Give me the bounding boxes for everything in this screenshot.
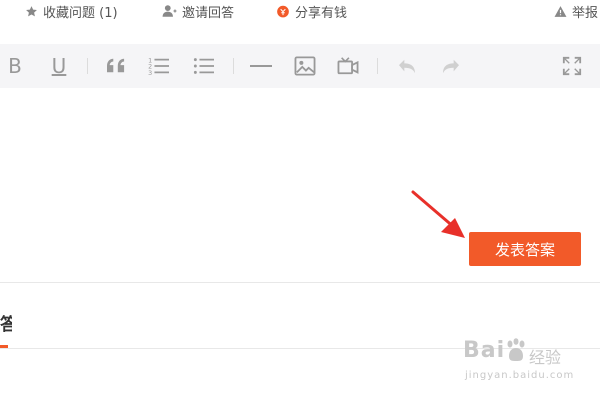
annotation-arrow-icon: [411, 190, 465, 238]
toolbar-separator: [233, 58, 234, 74]
watermark-brand: Bai: [463, 338, 506, 363]
insert-video-button[interactable]: [337, 55, 359, 77]
money-bag-icon: [277, 5, 289, 18]
report-link[interactable]: 举报: [554, 2, 599, 21]
invite-answer-link[interactable]: 邀请回答: [162, 2, 235, 21]
quote-button[interactable]: [105, 55, 127, 77]
image-icon: [294, 56, 316, 76]
insert-image-button[interactable]: [294, 55, 316, 77]
horizontal-rule-button[interactable]: [250, 55, 272, 77]
ordered-list-button[interactable]: 123: [148, 55, 170, 77]
invite-user-icon: [162, 5, 177, 17]
watermark-suffix: 经验: [529, 348, 562, 367]
share-money-link[interactable]: 分享有钱: [276, 2, 348, 21]
fullscreen-button[interactable]: [561, 55, 583, 77]
horizontal-rule-icon: [250, 65, 272, 67]
publish-answer-button[interactable]: 发表答案: [469, 232, 581, 266]
editor-toolbar: B U 123: [0, 44, 600, 88]
warning-icon: [554, 5, 567, 17]
bold-button[interactable]: B: [4, 55, 26, 77]
section-divider: [0, 282, 600, 283]
undo-button[interactable]: [396, 55, 418, 77]
question-actions-bar: 收藏问题 (1) 邀请回答 分享有钱 举报: [0, 0, 600, 24]
ordered-list-icon: 123: [148, 57, 169, 76]
watermark-url: jingyan.baidu.com: [465, 370, 575, 381]
invite-answer-label: 邀请回答: [182, 5, 235, 21]
toolbar-separator: [87, 58, 88, 74]
paw-logo-icon: [507, 338, 525, 361]
report-label: 举报: [572, 5, 599, 21]
video-icon: [337, 57, 359, 75]
toolbar-separator: [377, 58, 378, 74]
star-icon: [26, 5, 37, 16]
tab-answers[interactable]: 答: [0, 315, 12, 335]
favorite-question-label: 收藏问题 (1): [43, 5, 118, 21]
share-money-label: 分享有钱: [295, 5, 348, 21]
unordered-list-icon: [193, 58, 214, 74]
fullscreen-icon: [562, 56, 582, 76]
svg-text:3: 3: [148, 70, 152, 76]
quote-icon: [107, 58, 125, 73]
redo-icon: [443, 59, 459, 74]
underline-button[interactable]: U: [48, 55, 70, 77]
favorite-question-link[interactable]: 收藏问题 (1): [25, 2, 118, 21]
redo-button[interactable]: [440, 55, 462, 77]
undo-icon: [399, 59, 415, 74]
baidu-jingyan-watermark: Bai 经验 jingyan.baidu.com: [455, 332, 595, 392]
unordered-list-button[interactable]: [193, 55, 215, 77]
